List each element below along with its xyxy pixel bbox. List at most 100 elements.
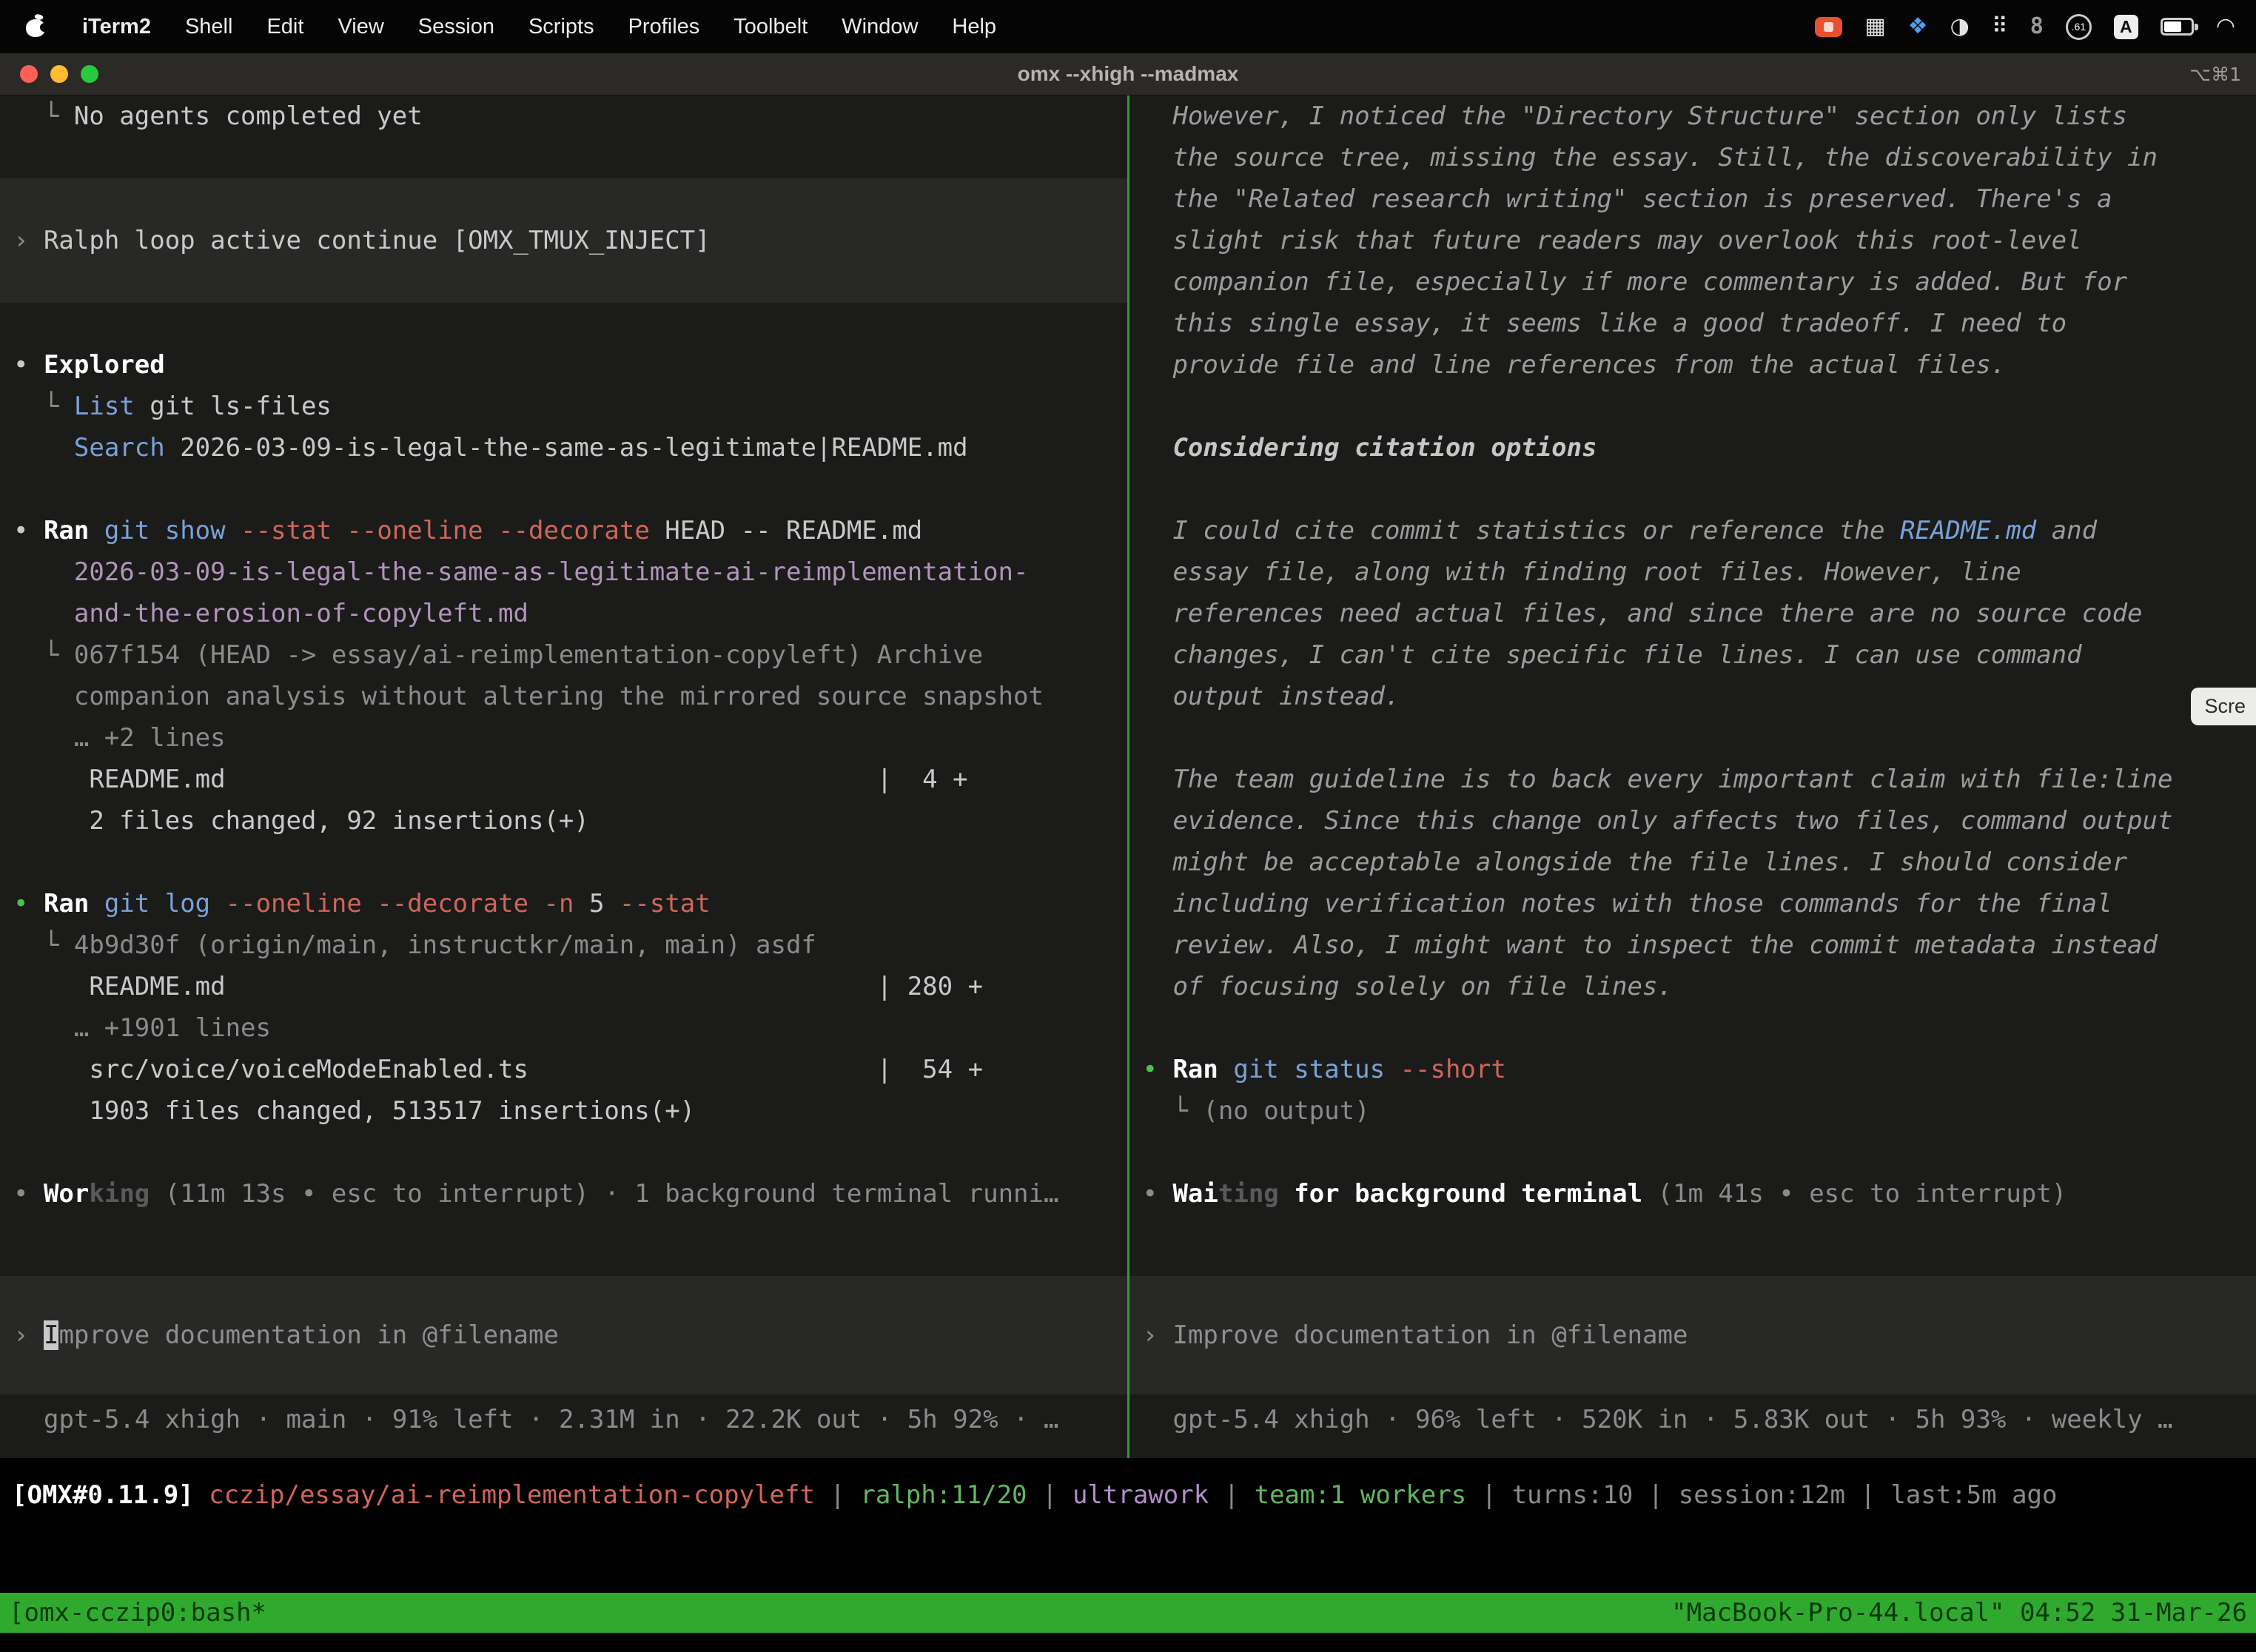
text-cursor: I: [44, 1320, 58, 1350]
terminal-line: review. Also, I might want to inspect th…: [1143, 924, 2256, 966]
tmux-session-label: [omx-cczip0:bash*: [9, 1598, 266, 1628]
menu-view[interactable]: View: [320, 15, 400, 39]
terminal-line: essay file, along with finding root file…: [1143, 551, 2256, 593]
terminal-line: However, I noticed the "Directory Struct…: [1143, 95, 2256, 137]
model-status-left: gpt-5.4 xhigh · main · 91% left · 2.31M …: [0, 1399, 1127, 1440]
terminal-line: • Ran git status --short: [1143, 1049, 2256, 1090]
gauge-icon[interactable]: .61: [2066, 14, 2092, 40]
terminal-line: companion analysis without altering the …: [13, 676, 1127, 717]
terminal-line: • Working (11m 13s • esc to interrupt) ·…: [13, 1173, 1127, 1215]
menu-bar: iTerm2 Shell Edit View Session Scripts P…: [0, 0, 2256, 53]
terminal-line: 2026-03-09-is-legal-the-same-as-legitima…: [13, 551, 1127, 593]
terminal-line: references need actual files, and since …: [1143, 593, 2256, 634]
zoom-button[interactable]: [81, 65, 98, 83]
menu-window[interactable]: Window: [825, 15, 935, 39]
extra-app-icon[interactable]: 8: [2030, 16, 2044, 38]
terminal-line: └ 067f154 (HEAD -> essay/ai-reimplementa…: [13, 634, 1127, 676]
contrast-icon[interactable]: ◑: [1950, 16, 1970, 38]
terminal-line: slight risk that future readers may over…: [1143, 220, 2256, 261]
terminal-line: └ List git ls-files: [13, 386, 1127, 427]
terminal-line: • Ran git show --stat --oneline --decora…: [13, 510, 1127, 551]
menu-bar-status-icons: ▦ ❖ ◑ ⠿ 8 .61 A ◠: [1815, 14, 2235, 40]
prompt-input-right[interactable]: › Improve documentation in @filename: [1129, 1276, 2256, 1394]
terminal-line: changes, I can't cite specific file line…: [1143, 634, 2256, 676]
left-pane[interactable]: └ No agents completed yet › Ralph loop a…: [0, 95, 1127, 1458]
menu-shell[interactable]: Shell: [168, 15, 250, 39]
terminal-line: [1143, 469, 2256, 510]
gauge-value: .61: [2072, 21, 2086, 33]
terminal-line: └ No agents completed yet: [13, 95, 1127, 137]
omx-status-line: [OMX#0.11.9] cczip/essay/ai-reimplementa…: [0, 1474, 2256, 1516]
window-shortcut-badge: ⌥⌘1: [2189, 64, 2256, 85]
screen-edge-tooltip[interactable]: Scre: [2191, 688, 2256, 725]
terminal-line: The team guideline is to back every impo…: [1143, 759, 2256, 800]
left-pane-bottom: › Improve documentation in @filename gpt…: [0, 1276, 1127, 1458]
terminal: └ No agents completed yet › Ralph loop a…: [0, 95, 2256, 1458]
terminal-line: the source tree, missing the essay. Stil…: [1143, 137, 2256, 178]
terminal-line: [13, 1132, 1127, 1173]
terminal-line: this single essay, it seems like a good …: [1143, 303, 2256, 344]
menu-toolbelt[interactable]: Toolbelt: [716, 15, 825, 39]
input-source-letter: A: [2120, 17, 2132, 37]
screen: iTerm2 Shell Edit View Session Scripts P…: [0, 0, 2256, 1652]
terminal-line: [13, 137, 1127, 178]
terminal-line: Considering citation options: [1143, 427, 2256, 469]
terminal-line: [13, 842, 1127, 883]
wifi-icon[interactable]: ◠: [2216, 16, 2235, 38]
terminal-line: [1143, 1132, 2256, 1173]
ralph-loop-banner: › Ralph loop active continue [OMX_TMUX_I…: [0, 178, 1127, 303]
prompt-placeholder: Improve documentation in @filename: [1172, 1320, 1688, 1350]
terminal-line: companion file, especially if more comme…: [1143, 261, 2256, 303]
grid-icon[interactable]: ▦: [1864, 16, 1885, 38]
terminal-line: including verification notes with those …: [1143, 883, 2256, 924]
prompt-chevron-icon: ›: [13, 1320, 44, 1350]
tmux-status-bar: [omx-cczip0:bash* "MacBook-Pro-44.local"…: [0, 1593, 2256, 1633]
bottom-edge: [0, 1633, 2256, 1652]
right-pane[interactable]: However, I noticed the "Directory Struct…: [1129, 95, 2256, 1458]
terminal-line: [13, 303, 1127, 344]
terminal-line: • Ran git log --oneline --decorate -n 5 …: [13, 883, 1127, 924]
close-button[interactable]: [20, 65, 38, 83]
brush-icon[interactable]: ❖: [1908, 16, 1928, 38]
left-scrollback: • Explored └ List git ls-files Search 20…: [0, 303, 1127, 1215]
menu-scripts[interactable]: Scripts: [511, 15, 611, 39]
input-source-icon[interactable]: A: [2114, 15, 2138, 39]
prompt-placeholder: mprove documentation in @filename: [58, 1320, 559, 1350]
apple-menu-icon[interactable]: [25, 16, 46, 37]
terminal-line: [13, 469, 1127, 510]
menu-profiles[interactable]: Profiles: [611, 15, 717, 39]
terminal-line: … +1901 lines: [13, 1007, 1127, 1049]
terminal-line: of focusing solely on file lines.: [1143, 966, 2256, 1007]
traffic-lights: [0, 65, 98, 83]
menu-help[interactable]: Help: [935, 15, 1013, 39]
terminal-line: I could cite commit statistics or refere…: [1143, 510, 2256, 551]
terminal-line: and-the-erosion-of-copyleft.md: [13, 593, 1127, 634]
menu-app-name[interactable]: iTerm2: [65, 15, 168, 39]
terminal-line: • Waiting for background terminal (1m 41…: [1143, 1173, 2256, 1215]
gap: [0, 1516, 2256, 1593]
menu-session[interactable]: Session: [401, 15, 511, 39]
terminal-line: Search 2026-03-09-is-legal-the-same-as-l…: [13, 427, 1127, 469]
terminal-line: 1903 files changed, 513517 insertions(+): [13, 1090, 1127, 1132]
prompt-chevron-icon: ›: [1143, 1320, 1173, 1350]
prompt-input-left[interactable]: › Improve documentation in @filename: [0, 1276, 1127, 1394]
terminal-line: output instead.: [1143, 676, 2256, 717]
terminal-line: README.md | 280 +: [13, 966, 1127, 1007]
terminal-line: └ (no output): [1143, 1090, 2256, 1132]
apps-grid-icon[interactable]: ⠿: [1992, 16, 2008, 38]
menu-edit[interactable]: Edit: [249, 15, 320, 39]
banner-chevron-icon: ›: [13, 226, 44, 255]
title-bar: omx --xhigh --madmax ⌥⌘1: [0, 53, 2256, 95]
terminal-line: src/voice/voiceModeEnabled.ts | 54 +: [13, 1049, 1127, 1090]
model-status-right: gpt-5.4 xhigh · 96% left · 520K in · 5.8…: [1129, 1399, 2256, 1440]
battery-icon[interactable]: [2161, 18, 2194, 36]
terminal-line: └ 4b9d30f (origin/main, instructkr/main,…: [13, 924, 1127, 966]
screen-recording-indicator-icon[interactable]: [1815, 17, 1842, 37]
terminal-line: [1143, 386, 2256, 427]
terminal-line: evidence. Since this change only affects…: [1143, 800, 2256, 842]
terminal-line: 2 files changed, 92 insertions(+): [13, 800, 1127, 842]
banner-text: Ralph loop active continue [OMX_TMUX_INJ…: [44, 226, 711, 255]
terminal-line: … +2 lines: [13, 717, 1127, 759]
terminal-line: README.md | 4 +: [13, 759, 1127, 800]
minimize-button[interactable]: [50, 65, 68, 83]
